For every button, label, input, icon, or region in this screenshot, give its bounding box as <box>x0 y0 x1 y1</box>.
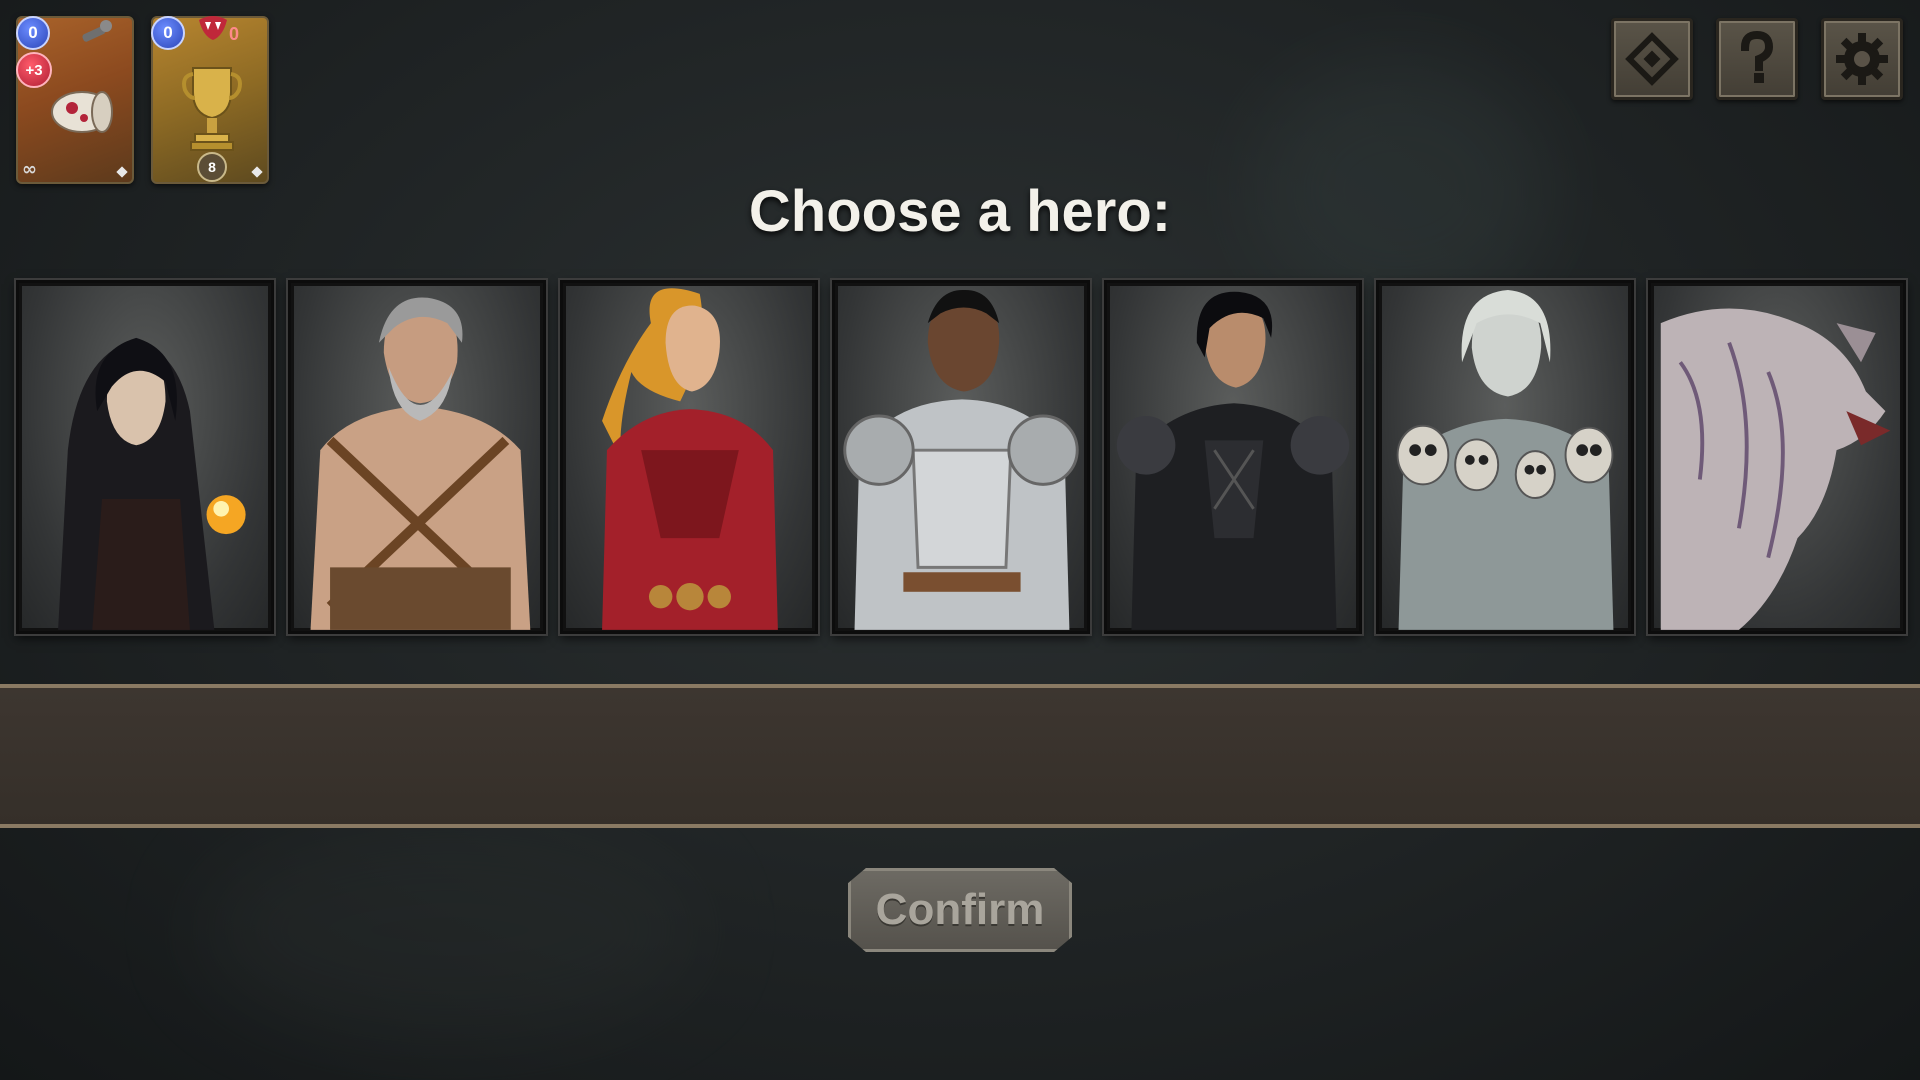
item-card-trophy[interactable]: 0 0 8 <box>151 16 269 184</box>
rarity-diamond-icon <box>116 166 128 178</box>
counter-value: 0 <box>229 24 240 44</box>
question-icon <box>1740 30 1774 83</box>
hero-card-red-armored-warrior[interactable] <box>560 280 818 634</box>
hero-card-werewolf[interactable] <box>1648 280 1906 634</box>
diamond-icon <box>1625 32 1679 86</box>
leather-clad-rogue-portrait <box>1116 291 1350 630</box>
choose-hero-title: Choose a hero: <box>748 179 1172 244</box>
rarity-diamond-icon <box>251 166 263 178</box>
bandage-roll-icon <box>51 91 113 133</box>
background-texture <box>200 820 700 1040</box>
help-button[interactable] <box>1716 18 1798 100</box>
gear-icon <box>1836 33 1888 85</box>
cost-badge: 0 <box>151 16 185 50</box>
hero-card-bearded-barbarian[interactable] <box>288 280 546 634</box>
settings-button[interactable] <box>1821 18 1903 100</box>
hero-card-hooded-sorceress[interactable] <box>16 280 274 634</box>
plate-armored-knight-portrait <box>843 289 1079 630</box>
fangs-icon <box>199 16 227 40</box>
cost-badge: 0 <box>16 16 50 50</box>
bearded-barbarian-portrait <box>310 297 531 630</box>
hero-description-panel <box>0 684 1920 828</box>
confirm-button[interactable]: Confirm <box>848 868 1072 952</box>
wrench-icon <box>82 20 112 42</box>
hero-card-leather-clad-rogue[interactable] <box>1104 280 1362 634</box>
hooded-sorceress-portrait <box>58 337 246 630</box>
werewolf-portrait <box>1660 308 1891 630</box>
red-armored-warrior-portrait <box>602 288 778 630</box>
trophy-icon <box>182 67 242 151</box>
hero-card-skull-armored-warrior[interactable] <box>1376 280 1634 634</box>
diamond-button[interactable] <box>1611 18 1693 100</box>
item-card-bandage[interactable]: 0 +3 ∞ <box>16 16 134 184</box>
infinity-icon: ∞ <box>22 159 37 180</box>
skull-armored-warrior-portrait <box>1396 289 1614 630</box>
hero-card-plate-armored-knight[interactable] <box>832 280 1090 634</box>
hero-description-text <box>0 688 1920 728</box>
